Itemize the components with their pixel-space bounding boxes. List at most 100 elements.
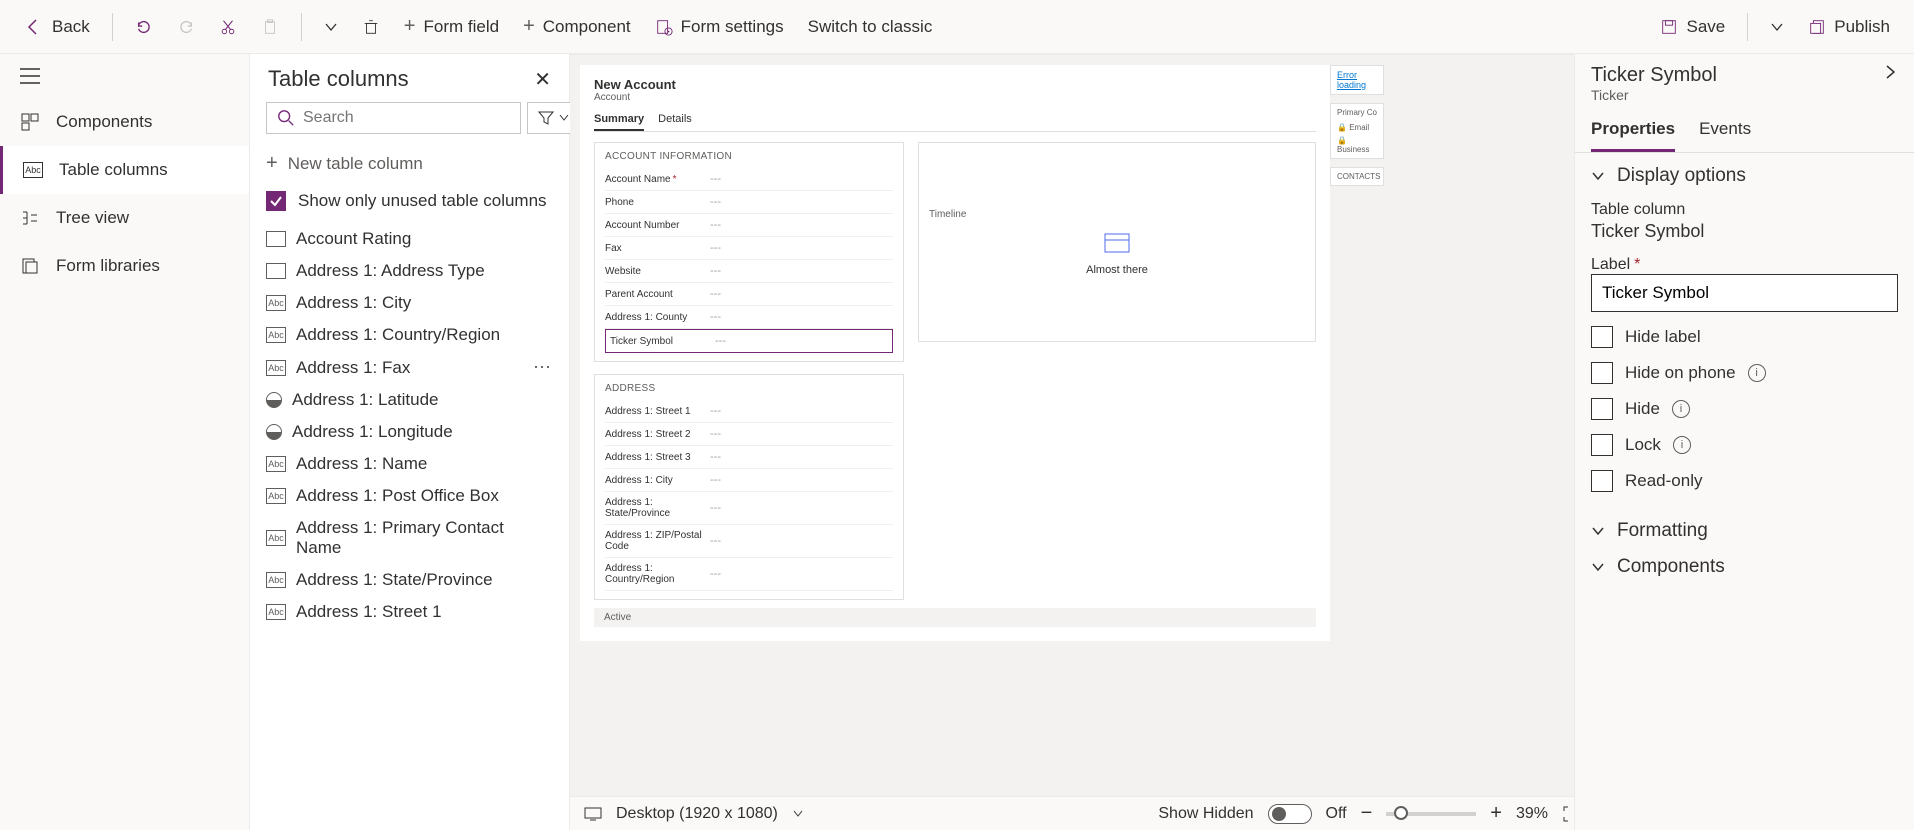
- checkbox-row[interactable]: Read-only: [1591, 470, 1898, 492]
- search-input-wrapper[interactable]: [266, 102, 521, 134]
- column-item[interactable]: AbcAddress 1: Name: [250, 448, 569, 480]
- rail-label: Tree view: [56, 208, 129, 228]
- primary-contact-card[interactable]: Primary Co 🔒 Email 🔒 Business: [1330, 103, 1384, 159]
- undo-button[interactable]: [123, 12, 165, 42]
- form-field[interactable]: Parent Account---: [605, 283, 893, 306]
- publish-button[interactable]: Publish: [1796, 11, 1902, 43]
- form-field[interactable]: Address 1: State/Province---: [605, 492, 893, 525]
- text-type-icon: Abc: [266, 295, 286, 311]
- column-item[interactable]: AbcAddress 1: Primary Contact Name: [250, 512, 569, 564]
- column-item[interactable]: AbcAddress 1: Street 1: [250, 596, 569, 628]
- search-input[interactable]: [303, 109, 510, 127]
- save-chevron-button[interactable]: [1758, 14, 1796, 40]
- form-field[interactable]: Phone---: [605, 191, 893, 214]
- section-account-info[interactable]: ACCOUNT INFORMATION Account Name*---Phon…: [594, 142, 904, 362]
- column-item[interactable]: AbcAddress 1: Country/Region: [250, 319, 569, 351]
- checkbox-row[interactable]: Hidei: [1591, 398, 1898, 420]
- more-icon[interactable]: ⋯: [533, 357, 553, 378]
- show-hidden-toggle[interactable]: [1268, 804, 1312, 824]
- delete-button[interactable]: [350, 12, 392, 42]
- tab-properties[interactable]: Properties: [1591, 109, 1675, 152]
- info-icon[interactable]: i: [1748, 364, 1766, 382]
- chevron-button[interactable]: [312, 14, 350, 40]
- form-field[interactable]: Address 1: City---: [605, 469, 893, 492]
- form-field[interactable]: Address 1: County---: [605, 306, 893, 329]
- rail-item-tree-view[interactable]: Tree view: [0, 194, 249, 242]
- form-field[interactable]: Fax---: [605, 237, 893, 260]
- form-field[interactable]: Address 1: Street 1---: [605, 400, 893, 423]
- tab-details[interactable]: Details: [658, 109, 692, 131]
- column-item[interactable]: Address 1: Address Type: [250, 255, 569, 287]
- zoom-out-button[interactable]: −: [1361, 802, 1373, 825]
- form-field[interactable]: Address 1: Street 2---: [605, 423, 893, 446]
- column-item[interactable]: AbcAddress 1: Fax⋯: [250, 351, 569, 384]
- error-card[interactable]: Error loading: [1330, 65, 1384, 95]
- zoom-slider[interactable]: [1386, 812, 1476, 816]
- add-component-button[interactable]: + Component: [511, 9, 643, 44]
- checkbox-row[interactable]: Locki: [1591, 434, 1898, 456]
- column-item[interactable]: AbcAddress 1: Post Office Box: [250, 480, 569, 512]
- new-table-column-button[interactable]: + New table column: [250, 144, 569, 183]
- form-canvas[interactable]: New Account Account Summary Details ACCO…: [570, 54, 1594, 796]
- form-field[interactable]: Account Number---: [605, 214, 893, 237]
- column-item[interactable]: AbcAddress 1: City: [250, 287, 569, 319]
- back-button[interactable]: Back: [12, 11, 102, 43]
- column-label: Address 1: Country/Region: [296, 325, 500, 345]
- checkbox-row[interactable]: Hide label: [1591, 326, 1898, 348]
- chevron-right-icon[interactable]: [1882, 64, 1898, 80]
- rail-item-components[interactable]: Components: [0, 98, 249, 146]
- section-components[interactable]: Components: [1591, 556, 1898, 578]
- section-title: ACCOUNT INFORMATION: [605, 151, 893, 162]
- switch-classic-button[interactable]: Switch to classic: [796, 11, 945, 43]
- show-unused-checkbox-row[interactable]: Show only unused table columns: [250, 183, 569, 219]
- section-address[interactable]: ADDRESS Address 1: Street 1---Address 1:…: [594, 374, 904, 600]
- tab-summary[interactable]: Summary: [594, 109, 644, 131]
- column-item[interactable]: AbcAddress 1: State/Province: [250, 564, 569, 596]
- contacts-card[interactable]: CONTACTS: [1330, 167, 1384, 186]
- hamburger-button[interactable]: [0, 54, 249, 98]
- zoom-value: 39%: [1516, 805, 1548, 823]
- column-item[interactable]: Address 1: Longitude: [250, 416, 569, 448]
- card-business: Business: [1337, 145, 1369, 154]
- zoom-in-button[interactable]: +: [1490, 802, 1502, 825]
- column-list[interactable]: Account Rating Address 1: Address TypeAb…: [250, 219, 569, 830]
- section-formatting[interactable]: Formatting: [1591, 520, 1898, 542]
- column-item[interactable]: Address 1: Latitude: [250, 384, 569, 416]
- info-icon[interactable]: i: [1672, 400, 1690, 418]
- field-label: Ticker Symbol: [610, 336, 715, 347]
- checkbox-row[interactable]: Hide on phonei: [1591, 362, 1898, 384]
- rail-item-form-libraries[interactable]: Form libraries: [0, 242, 249, 290]
- close-panel-button[interactable]: ✕: [534, 67, 551, 92]
- rail-item-table-columns[interactable]: Abc Table columns: [0, 146, 249, 194]
- form-settings-button[interactable]: Form settings: [643, 11, 796, 43]
- float-type-icon: [266, 392, 282, 408]
- form-field[interactable]: Address 1: Street 3---: [605, 446, 893, 469]
- checkbox-icon: [1591, 434, 1613, 456]
- device-label[interactable]: Desktop (1920 x 1080): [616, 805, 778, 823]
- form-preview[interactable]: New Account Account Summary Details ACCO…: [580, 65, 1330, 641]
- field-value: ---: [710, 219, 721, 231]
- card-label: Primary Co: [1337, 108, 1377, 117]
- form-field[interactable]: Address 1: Country/Region---: [605, 558, 893, 591]
- save-button[interactable]: Save: [1648, 11, 1737, 43]
- add-form-field-button[interactable]: + Form field: [392, 9, 511, 44]
- form-field[interactable]: Account Name*---: [605, 168, 893, 191]
- section-display-options[interactable]: Display options: [1591, 165, 1898, 187]
- redo-button[interactable]: [165, 12, 207, 42]
- info-icon[interactable]: i: [1673, 436, 1691, 454]
- column-item[interactable]: Account Rating: [250, 223, 569, 255]
- chevron-down-icon[interactable]: [792, 808, 804, 820]
- column-label: Address 1: Primary Contact Name: [296, 518, 553, 558]
- paste-button[interactable]: [249, 12, 291, 42]
- section-timeline[interactable]: Timeline Almost there: [918, 142, 1316, 342]
- cut-button[interactable]: [207, 12, 249, 42]
- label-input[interactable]: [1591, 274, 1898, 312]
- form-field[interactable]: Website---: [605, 260, 893, 283]
- filter-icon: [538, 110, 554, 126]
- field-value: ---: [715, 335, 726, 347]
- form-field[interactable]: Address 1: ZIP/Postal Code---: [605, 525, 893, 558]
- form-field[interactable]: Ticker Symbol---: [605, 329, 893, 353]
- checkbox-label: Read-only: [1625, 471, 1703, 491]
- tab-events[interactable]: Events: [1699, 109, 1751, 152]
- option-type-icon: [266, 263, 286, 279]
